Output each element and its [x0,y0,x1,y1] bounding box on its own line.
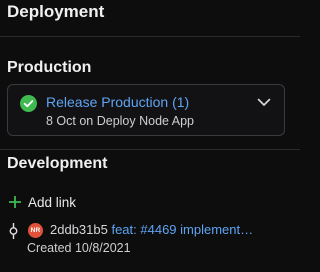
section-divider [0,36,300,37]
commit-hash-link[interactable]: 2ddb31b5 [50,222,108,237]
release-card[interactable]: Release Production (1) 8 Oct on Deploy N… [7,84,285,136]
deployment-section-title: Deployment [7,2,105,21]
production-section-title: Production [7,59,92,76]
git-commit-icon [9,223,18,239]
check-circle-icon [20,95,37,112]
section-divider [0,149,300,150]
add-link-button[interactable]: Add link [9,193,76,211]
plus-icon [9,196,21,208]
add-link-label: Add link [28,194,77,210]
chevron-down-icon[interactable] [257,97,271,107]
commit-created-date: Created 10/8/2021 [27,241,131,255]
release-title-link[interactable]: Release Production (1) [46,94,189,110]
development-section-title: Development [7,155,108,172]
commit-message-link[interactable]: feat: #4469 implement… [111,222,253,237]
avatar: NR [28,223,43,238]
commit-item: NR 2ddb31b5 feat: #4469 implement… Creat… [9,221,294,261]
release-subtitle: 8 Oct on Deploy Node App [46,114,195,128]
